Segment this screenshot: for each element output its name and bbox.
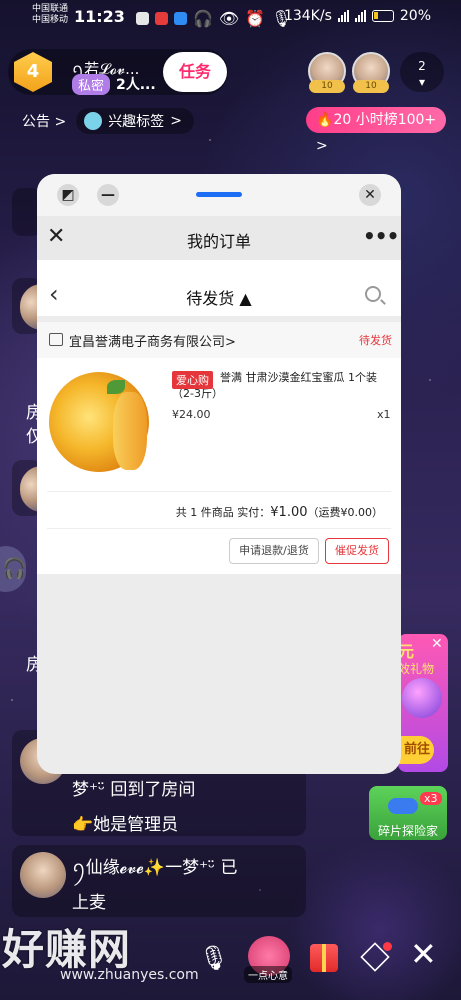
news-app-icon — [155, 12, 168, 25]
carrier-2: 中国移动 — [32, 15, 69, 25]
headphones-icon: 🎧 — [2, 556, 27, 580]
summary-prefix: 共 1 件商品 实付： — [175, 506, 271, 519]
eye-icon: 👁 — [218, 9, 240, 28]
carrier-1: 中国联通 — [32, 4, 69, 14]
alarm-icon: ⏰ — [245, 9, 266, 28]
carrier-info: 中国联通 中国移动 — [32, 4, 68, 26]
interest-tag-button[interactable]: 兴趣标签 > — [76, 108, 194, 134]
status-time: 11:23 — [74, 7, 125, 26]
promo-go-button[interactable]: 前往 — [398, 736, 434, 764]
notice-label: 公告 — [22, 114, 50, 130]
summary-amount: ¥1.00 — [270, 505, 308, 520]
signal-icon-2 — [354, 10, 366, 22]
app-icon — [136, 12, 149, 25]
room-people-count: 2人... — [116, 77, 156, 93]
headset-float-button[interactable]: 🎧 — [0, 546, 27, 592]
search-app-icon — [174, 12, 187, 25]
home-icon — [84, 112, 103, 130]
signal-icon — [337, 10, 349, 22]
order-summary: 共 1 件商品 实付：¥1.00（运费¥0.00） — [37, 504, 383, 520]
network-speed: 134K/s — [283, 8, 332, 24]
watermark-url: www.zhuanyes.com — [60, 967, 199, 983]
page-title: 我的订单 — [186, 232, 251, 251]
audience-badge-1: 10 — [309, 80, 345, 93]
audience-badge-2: 10 — [353, 80, 389, 93]
mic-icon[interactable]: 🎙 — [198, 942, 230, 974]
product-quantity: x1 — [377, 408, 391, 421]
urge-shipping-button[interactable]: 催促发货 — [325, 538, 389, 564]
promo-text-2: 效礼物 — [398, 662, 435, 676]
search-icon[interactable] — [365, 286, 381, 302]
audience-count: 2 — [418, 59, 426, 73]
panel-close-button[interactable]: ✕ — [359, 184, 381, 206]
gift-ball-icon — [402, 678, 442, 718]
room-tags-row: 公告 > 兴趣标签 > — [22, 108, 194, 134]
private-tag: 私密 — [72, 74, 111, 95]
refund-button[interactable]: 申请退款/退货 — [229, 538, 319, 564]
hour-rank-label: 20 小时榜100+ — [333, 112, 437, 128]
status-right: 134K/s 20% — [284, 8, 431, 24]
fragment-explorer-label: 碎片探险家 — [377, 824, 438, 838]
notification-icons: 🎧 👁 ⏰ 🎙 — [136, 9, 291, 28]
divider — [47, 491, 391, 492]
minimize-button[interactable]: — — [97, 184, 119, 206]
battery-level: 20% — [399, 8, 431, 24]
expand-icon[interactable]: ◩ — [57, 184, 79, 206]
gift-icon[interactable] — [310, 944, 338, 972]
store-name[interactable]: 宜昌誉满电子商务有限公司> — [69, 331, 236, 350]
product-price: ¥24.00 — [172, 408, 211, 421]
hour-rank-button[interactable]: 🔥20 小时榜100+ > — [306, 107, 446, 154]
promo-close-icon[interactable]: ✕ — [431, 636, 443, 652]
hour-rank-chevron-icon: > — [316, 138, 328, 154]
love-purchase-tag: 爱心购 — [172, 371, 213, 389]
fire-icon: 🔥 — [316, 112, 334, 128]
fragment-count-badge: x3 — [420, 792, 442, 805]
divider — [47, 528, 391, 529]
chat-message-1-line1: 梦⁺ᵕ̈ 回到了房间 — [72, 780, 196, 800]
chat-message-2-line1: ꪆ仙缘𝓮𝓿𝓮✨一梦⁺ᵕ̈ 已 — [72, 858, 238, 878]
battery-icon — [371, 10, 394, 22]
order-status-filter[interactable]: 待发货 ▲ — [37, 285, 401, 309]
product-image-slice — [113, 392, 147, 470]
drag-handle[interactable] — [196, 192, 242, 197]
order-mini-panel: ◩ — ✕ ✕ 我的订单 ••• ‹ 待发货 ▲ 宜昌誉满电子商务有限公司> 待… — [37, 174, 401, 774]
interest-chevron-icon: > — [170, 113, 182, 129]
notice-link[interactable]: 公告 > — [22, 111, 66, 131]
store-icon — [49, 333, 63, 346]
interest-tag-label: 兴趣标签 — [108, 114, 165, 130]
headphones-icon: 🎧 — [193, 9, 213, 28]
kiss-gift-label: 一点心意 — [244, 966, 292, 983]
chat-message-2-line2: 上麦 — [72, 893, 106, 913]
notification-dot — [383, 942, 392, 951]
notice-chevron-icon: > — [54, 114, 67, 130]
chat-avatar-2[interactable] — [20, 852, 66, 898]
audience-count-button[interactable]: 2 ▾ — [400, 52, 444, 92]
chevron-down-icon: ▾ — [418, 75, 426, 89]
close-room-icon[interactable]: ✕ — [410, 938, 437, 970]
chat-message-1-line2: 👉她是管理员 — [72, 815, 179, 835]
task-button[interactable]: 任务 — [163, 52, 227, 92]
summary-suffix: （运费¥0.00） — [307, 506, 384, 519]
more-icon[interactable]: ••• — [363, 224, 399, 248]
order-status: 待发货 — [359, 334, 392, 347]
product-image-leaf — [107, 380, 125, 394]
car-icon — [388, 798, 418, 814]
